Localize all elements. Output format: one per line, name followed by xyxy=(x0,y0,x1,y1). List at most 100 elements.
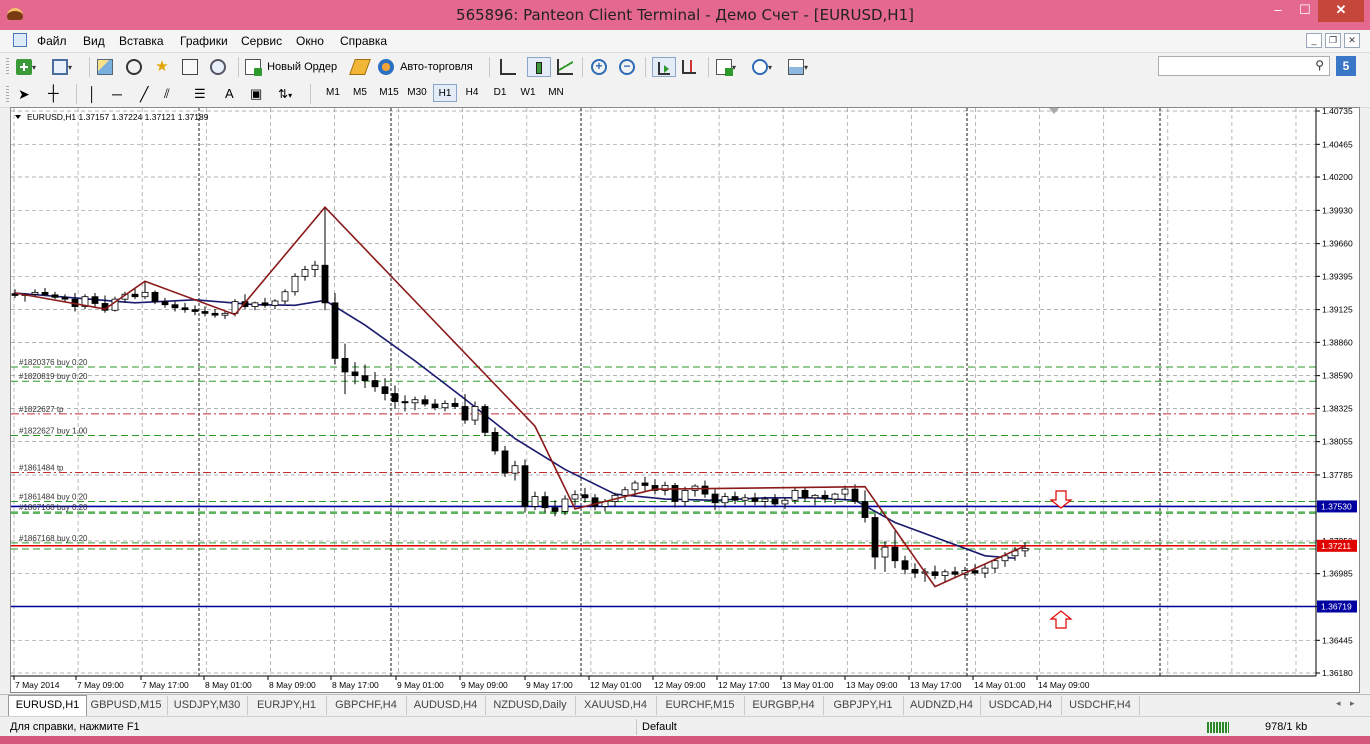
fibonacci-icon: ☰ xyxy=(194,86,206,101)
y-tick-label: 1.36180 xyxy=(1322,668,1353,678)
chart-tab[interactable]: AUDUSD,H4 xyxy=(406,696,486,715)
menu-file[interactable]: Файл xyxy=(37,34,67,48)
equidistant-channel-button[interactable]: ⫽ xyxy=(164,84,170,104)
candle-body xyxy=(791,489,799,501)
minimize-button[interactable]: – xyxy=(1262,0,1294,22)
timeframe-m5[interactable]: M5 xyxy=(348,84,372,102)
close-button[interactable]: ✕ xyxy=(1318,0,1364,22)
autotrade-button[interactable]: Авто-торговля xyxy=(378,57,473,77)
candle-body xyxy=(841,488,849,495)
x-tick-label: 8 May 09:00 xyxy=(269,680,316,690)
text-tool-button[interactable]: A xyxy=(225,84,234,104)
window-title: 565896: Panteon Client Terminal - Демо С… xyxy=(456,6,914,24)
candle-body xyxy=(1021,547,1029,552)
mdi-restore-button[interactable]: ❐ xyxy=(1325,33,1341,48)
chart-tab[interactable]: GBPCHF,H4 xyxy=(326,696,407,715)
chart-tab[interactable]: EURJPY,H1 xyxy=(247,696,327,715)
chart-tab[interactable]: EURUSD,H1 xyxy=(8,695,87,717)
horizontal-line-button[interactable]: ─ xyxy=(112,84,122,104)
menu-insert[interactable]: Вставка xyxy=(119,34,164,48)
y-tick-label: 1.39930 xyxy=(1322,205,1353,215)
candle-body xyxy=(771,498,779,505)
arrows-button[interactable]: ⇅▾ xyxy=(278,84,292,104)
new-chart-button[interactable]: ▾ xyxy=(16,57,36,77)
x-tick-label: 8 May 01:00 xyxy=(205,680,252,690)
zoom-out-button[interactable]: − xyxy=(619,57,635,77)
auto-scroll-button[interactable] xyxy=(652,57,676,77)
timeframe-m30[interactable]: M30 xyxy=(404,84,430,102)
timeframe-d1[interactable]: D1 xyxy=(488,84,512,102)
tabs-scroll-right-icon[interactable]: ▸ xyxy=(1350,698,1355,709)
timeframe-w1[interactable]: W1 xyxy=(516,84,540,102)
menu-window[interactable]: Окно xyxy=(296,34,324,48)
candle-body xyxy=(411,399,419,404)
data-window-button[interactable] xyxy=(126,57,142,77)
x-tick-label: 12 May 09:00 xyxy=(654,680,706,690)
crosshair-tool-button[interactable]: ┼ xyxy=(48,84,59,104)
line-chart-button[interactable] xyxy=(557,57,573,77)
trendline-button[interactable]: ╱ xyxy=(140,84,148,104)
chart-tab[interactable]: EURGBP,H4 xyxy=(744,696,824,715)
candle-body xyxy=(711,493,719,504)
zoom-in-icon: + xyxy=(591,59,607,76)
cursor-button[interactable]: ➤ xyxy=(18,84,30,104)
search-input[interactable]: ⚲ xyxy=(1158,56,1330,76)
timeframe-m15[interactable]: M15 xyxy=(376,84,402,102)
periods-button[interactable]: ▾ xyxy=(752,57,772,77)
new-order-button[interactable]: Новый Ордер xyxy=(245,57,337,77)
community-badge[interactable]: 5 xyxy=(1336,56,1356,76)
vertical-line-button[interactable]: │ xyxy=(88,84,97,104)
menu-help[interactable]: Справка xyxy=(340,34,387,48)
chart-shift-button[interactable] xyxy=(682,57,696,77)
arrows-icon: ⇅ xyxy=(278,87,289,101)
menu-view[interactable]: Вид xyxy=(83,34,105,48)
bar-chart-button[interactable] xyxy=(500,57,516,77)
x-tick-label: 13 May 09:00 xyxy=(846,680,898,690)
candle-body xyxy=(361,375,369,381)
menu-charts[interactable]: Графики xyxy=(180,34,228,48)
maximize-button[interactable]: ☐ xyxy=(1294,0,1316,22)
chart-tab[interactable]: USDCAD,H4 xyxy=(980,696,1062,715)
text-label-button[interactable]: ▣ xyxy=(250,84,262,104)
candlestick-button[interactable] xyxy=(527,57,551,77)
terminal-button[interactable] xyxy=(182,57,198,77)
chart-tab[interactable]: NZDUSD,Daily xyxy=(485,696,576,715)
chart-tab[interactable]: EURCHF,M15 xyxy=(656,696,745,715)
chart-window[interactable]: #1820376 buy 0.20 #1820819 buy 0.20 #18226… xyxy=(10,107,1360,693)
market-watch-button[interactable] xyxy=(97,57,113,77)
chart-tab[interactable]: USDCHF,H4 xyxy=(1061,696,1140,715)
y-tick-label: 1.38325 xyxy=(1322,403,1353,413)
price-chart[interactable]: #1820376 buy 0.20 #1820819 buy 0.20 #18226… xyxy=(11,108,1359,692)
navigator-button[interactable]: ★ xyxy=(154,57,170,77)
chart-tab[interactable]: XAUUSD,H4 xyxy=(575,696,657,715)
candle-body xyxy=(341,357,349,373)
profiles-button[interactable]: ▾ xyxy=(52,57,72,77)
status-profile[interactable]: Default xyxy=(642,721,677,733)
mdi-minimize-button[interactable]: _ xyxy=(1306,33,1322,48)
candle-body xyxy=(161,301,169,306)
search-icon[interactable]: ⚲ xyxy=(1315,58,1324,72)
metaeditor-button[interactable] xyxy=(349,57,371,77)
chart-tab[interactable]: GBPJPY,H1 xyxy=(823,696,904,715)
candle-body xyxy=(481,406,489,433)
mdi-close-button[interactable]: ✕ xyxy=(1344,33,1360,48)
chart-tab[interactable]: GBPUSD,M15 xyxy=(85,696,168,715)
zoom-in-button[interactable]: + xyxy=(591,57,607,77)
chart-menu-triangle-icon[interactable] xyxy=(15,115,21,119)
timeframe-h1[interactable]: H1 xyxy=(433,84,457,102)
timeframe-mn[interactable]: MN xyxy=(543,84,569,102)
candle-body xyxy=(281,291,289,302)
candle-body xyxy=(191,309,199,312)
timeframe-m1[interactable]: M1 xyxy=(321,84,345,102)
fibonacci-button[interactable]: ☰ xyxy=(194,84,206,104)
candle-body xyxy=(441,403,449,409)
timeframe-h4[interactable]: H4 xyxy=(460,84,484,102)
chart-tab[interactable]: USDJPY,M30 xyxy=(167,696,248,715)
templates-button[interactable]: ▾ xyxy=(788,57,808,77)
menu-tools[interactable]: Сервис xyxy=(241,34,282,48)
tabs-scroll-left-icon[interactable]: ◂ xyxy=(1336,698,1341,709)
indicators-button[interactable]: ▾ xyxy=(716,57,736,77)
tester-button[interactable] xyxy=(210,57,226,77)
os-taskbar xyxy=(0,736,1370,744)
chart-tab[interactable]: AUDNZD,H4 xyxy=(903,696,981,715)
